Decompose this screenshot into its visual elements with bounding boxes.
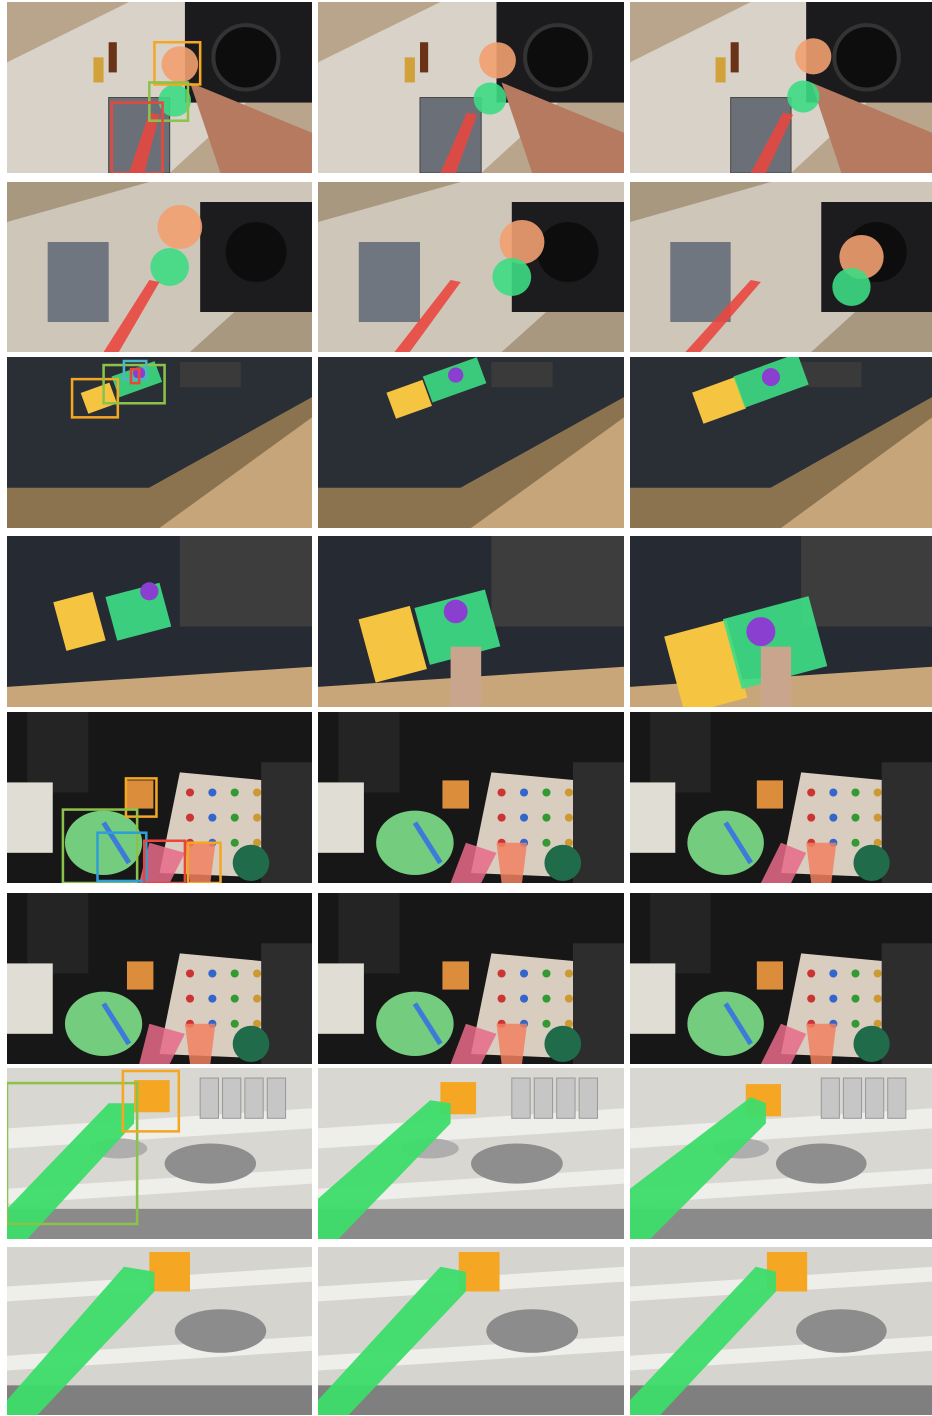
- frame-image: [7, 712, 312, 883]
- video-frame-r8-c1: [7, 1247, 312, 1415]
- video-frame-r7-c3: [630, 1068, 932, 1239]
- frame-image: [318, 893, 624, 1064]
- video-frame-r1-c1: [7, 2, 312, 173]
- video-frame-r5-c2: [318, 712, 624, 883]
- frame-image: [318, 536, 624, 707]
- frame-image: [318, 712, 624, 883]
- frame-image: [630, 1247, 932, 1415]
- video-frame-r2-c2: [318, 182, 624, 352]
- frame-image: [630, 1068, 932, 1239]
- video-frame-r6-c1: [7, 893, 312, 1064]
- frame-image: [630, 182, 932, 352]
- video-frame-r8-c3: [630, 1247, 932, 1415]
- frame-image: [318, 357, 624, 528]
- frame-image: [318, 1068, 624, 1239]
- video-frame-r3-c1: [7, 357, 312, 528]
- video-frame-r3-c2: [318, 357, 624, 528]
- frame-image: [7, 357, 312, 528]
- frame-image: [7, 1068, 312, 1239]
- video-frame-r1-c3: [630, 2, 932, 173]
- frame-image: [7, 1247, 312, 1415]
- video-frame-r4-c2: [318, 536, 624, 707]
- video-frame-r6-c2: [318, 893, 624, 1064]
- video-frame-r2-c3: [630, 182, 932, 352]
- video-frame-r5-c1: [7, 712, 312, 883]
- video-frame-r2-c1: [7, 182, 312, 352]
- video-frame-r7-c1: [7, 1068, 312, 1239]
- frame-image: [318, 182, 624, 352]
- frame-image: [630, 2, 932, 173]
- frame-image: [7, 893, 312, 1064]
- video-frame-r1-c2: [318, 2, 624, 173]
- frame-image: [318, 1247, 624, 1415]
- video-frame-r3-c3: [630, 357, 932, 528]
- frame-image: [630, 357, 932, 528]
- frame-image: [7, 536, 312, 707]
- frame-image: [630, 712, 932, 883]
- frame-image: [7, 2, 312, 173]
- video-frame-r6-c3: [630, 893, 932, 1064]
- video-frame-r5-c3: [630, 712, 932, 883]
- video-frame-r8-c2: [318, 1247, 624, 1415]
- video-frame-r4-c3: [630, 536, 932, 707]
- video-frame-r7-c2: [318, 1068, 624, 1239]
- frame-image: [630, 893, 932, 1064]
- frame-image: [318, 2, 624, 173]
- segmentation-figure-grid: [0, 0, 932, 1416]
- frame-image: [630, 536, 932, 707]
- video-frame-r4-c1: [7, 536, 312, 707]
- frame-image: [7, 182, 312, 352]
